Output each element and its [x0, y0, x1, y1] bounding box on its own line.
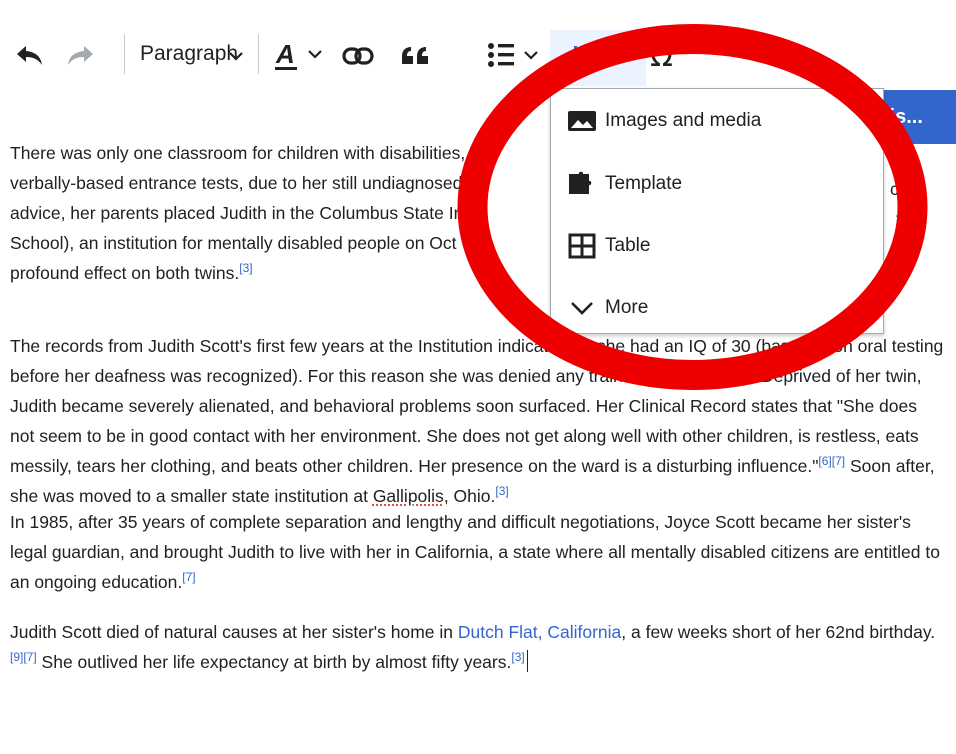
menu-item-table[interactable]: Table	[567, 226, 650, 266]
list-icon	[488, 43, 538, 67]
reference-link[interactable]: [9][7]	[10, 650, 37, 664]
menu-item-label: Table	[605, 235, 651, 256]
misspelled-word[interactable]: Gallipolis	[373, 486, 444, 506]
p1-tail-fragment: a	[890, 239, 900, 259]
reference-link[interactable]: [6][7]	[818, 454, 845, 468]
omega-icon: Ω	[650, 39, 673, 72]
menu-item-label: Images and media	[605, 110, 762, 131]
redo-icon	[68, 46, 93, 65]
insert-button[interactable]	[560, 38, 640, 74]
p3-text: In 1985, after 35 years of complete sepa…	[10, 512, 940, 592]
menu-item-label: More	[605, 297, 649, 318]
chevron-down-icon	[567, 293, 597, 323]
link-button[interactable]	[340, 38, 376, 74]
toolbar-separator	[124, 34, 125, 74]
p1-tail-fragment: cal	[890, 179, 913, 199]
publish-button-label: lis...	[884, 106, 923, 128]
special-character-button[interactable]: Ω	[644, 36, 684, 74]
menu-item-more[interactable]: More	[567, 288, 648, 328]
reference-link[interactable]: [3]	[511, 650, 524, 664]
puzzle-icon	[567, 169, 597, 199]
plus-icon	[565, 46, 616, 68]
text-style-button[interactable]: A	[272, 38, 332, 74]
dutch-flat-link[interactable]: Dutch Flat, California	[458, 622, 621, 642]
cite-button[interactable]	[396, 38, 436, 74]
p2-end: , Ohio.	[443, 486, 496, 506]
p1-tail-fragment: te	[896, 209, 911, 229]
reference-link[interactable]: [3]	[495, 484, 508, 498]
menu-item-label: Template	[605, 173, 683, 194]
svg-text:Ω: Ω	[650, 39, 673, 72]
paragraph-format-label: Paragraph	[140, 42, 239, 65]
link-icon	[342, 47, 374, 65]
paragraph-3: In 1985, after 35 years of complete sepa…	[10, 507, 946, 597]
table-icon	[567, 231, 597, 261]
image-icon	[567, 106, 597, 136]
p1-last-line-text: profound effect on both twins.	[10, 263, 240, 283]
text-style-icon: A	[275, 39, 322, 70]
p2-text: The records from Judith Scott's first fe…	[10, 336, 944, 476]
p4-mid: , a few weeks short of her 62nd birthday…	[621, 622, 936, 642]
menu-item-images-and-media[interactable]: Images and media	[567, 101, 761, 141]
menu-item-template[interactable]: Template	[567, 164, 682, 204]
reference-link[interactable]: [3]	[239, 261, 252, 275]
cite-icon	[402, 47, 428, 64]
insert-menu: Images and media Template Table More	[550, 88, 884, 334]
text-cursor	[526, 650, 529, 672]
publish-changes-button[interactable]: lis...	[878, 90, 956, 144]
paragraph-4: Judith Scott died of natural causes at h…	[10, 617, 946, 677]
chevron-down-icon	[229, 52, 243, 61]
undo-icon	[17, 46, 42, 65]
paragraph-2: The records from Judith Scott's first fe…	[10, 331, 946, 511]
undo-button[interactable]	[12, 40, 48, 72]
p4-start: Judith Scott died of natural causes at h…	[10, 622, 458, 642]
svg-text:A: A	[275, 39, 295, 69]
p4-end: She outlived her life expectancy at birt…	[36, 652, 512, 672]
redo-button[interactable]	[62, 40, 98, 72]
list-button[interactable]	[484, 36, 546, 74]
toolbar-separator	[258, 34, 259, 74]
reference-link[interactable]: [7]	[182, 570, 195, 584]
